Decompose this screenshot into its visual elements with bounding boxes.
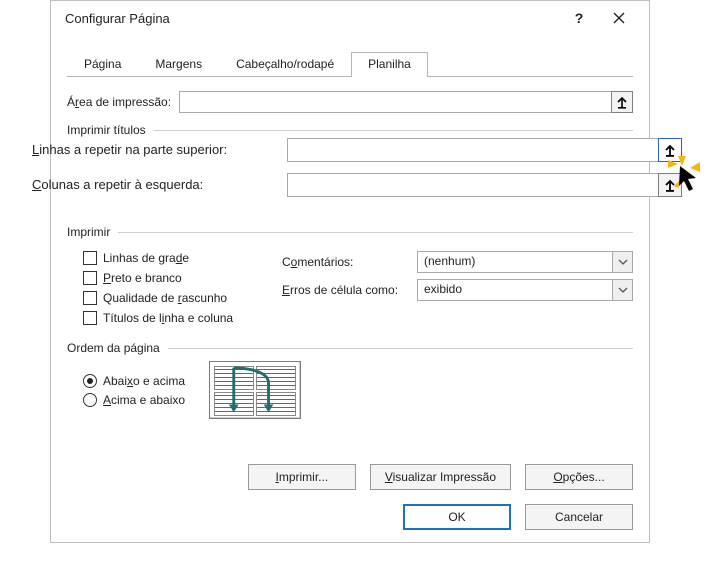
collapse-icon — [664, 178, 676, 192]
page-setup-dialog: Configurar Página ? Página Margens Cabeç… — [50, 0, 650, 543]
collapse-range-button[interactable] — [658, 173, 682, 197]
checkbox-box — [83, 271, 97, 285]
tab-label: Página — [84, 57, 121, 71]
group-rule — [154, 130, 633, 131]
collapse-icon — [664, 143, 676, 157]
checkbox-label: Preto e branco — [103, 271, 182, 285]
button-label: Imprimir... — [275, 470, 328, 484]
cell-errors-label: Erros de célula como: — [282, 283, 417, 297]
chevron-down-icon — [613, 251, 633, 273]
group-title: Ordem da página — [67, 341, 160, 355]
comments-label: Comentários: — [282, 255, 417, 269]
button-label: Opções... — [553, 470, 604, 484]
radio-dot — [83, 374, 97, 388]
collapse-range-button[interactable] — [611, 91, 633, 113]
collapse-icon — [616, 95, 628, 109]
group-print: Imprimir — [67, 225, 633, 239]
checkbox-box — [83, 311, 97, 325]
page-order-arrow-icon — [210, 362, 300, 418]
button-label: OK — [448, 510, 465, 524]
cols-to-repeat-label: Colunas a repetir à esquerda: — [32, 177, 203, 192]
checkbox-label: Títulos de linha e coluna — [103, 311, 233, 325]
rows-to-repeat-label: Linhas a repetir na parte superior: — [32, 142, 227, 157]
print-preview-button[interactable]: Visualizar Impressão — [370, 464, 511, 490]
tab-bar: Página Margens Cabeçalho/rodapé Planilha — [67, 51, 633, 77]
checkbox-box — [83, 291, 97, 305]
cols-to-repeat-input[interactable] — [287, 173, 659, 197]
group-page-order: Ordem da página — [67, 341, 633, 355]
button-label: Cancelar — [555, 510, 603, 524]
radio-label: Abaixo e acima — [103, 374, 185, 388]
print-area-label: Área de impressão: — [67, 95, 171, 109]
tab-label: Planilha — [368, 57, 411, 71]
cols-to-repeat-row: Colunas a repetir à esquerda: — [32, 177, 682, 192]
ok-button[interactable]: OK — [403, 504, 511, 530]
print-button[interactable]: Imprimir... — [248, 464, 356, 490]
checkbox-label: Qualidade de rascunho — [103, 291, 227, 305]
checkbox-box — [83, 251, 97, 265]
radio-dot — [83, 393, 97, 407]
checkbox-row-col-headings[interactable]: Títulos de linha e coluna — [83, 311, 258, 325]
tab-margens[interactable]: Margens — [138, 52, 219, 76]
close-button[interactable] — [599, 4, 639, 32]
page-order-preview — [209, 361, 301, 419]
select-value: (nenhum) — [417, 251, 613, 273]
help-icon: ? — [575, 10, 584, 26]
tab-content-planilha: Área de impressão: Imprimir títulos Impr… — [51, 77, 649, 419]
tab-pagina[interactable]: Página — [67, 52, 138, 76]
dialog-title: Configurar Página — [65, 11, 559, 26]
rows-to-repeat-row: Linhas a repetir na parte superior: — [32, 142, 682, 157]
cancel-button[interactable]: Cancelar — [525, 504, 633, 530]
select-value: exibido — [417, 279, 613, 301]
button-label: Visualizar Impressão — [385, 470, 496, 484]
tab-cabecalho-rodape[interactable]: Cabeçalho/rodapé — [219, 52, 351, 76]
print-area-input[interactable] — [179, 91, 612, 113]
group-rule — [168, 348, 633, 349]
tab-label: Cabeçalho/rodapé — [236, 57, 334, 71]
rows-to-repeat-input[interactable] — [287, 138, 659, 162]
checkbox-label: Linhas de grade — [103, 251, 189, 265]
tab-planilha[interactable]: Planilha — [351, 52, 428, 77]
comments-select[interactable]: (nenhum) — [417, 251, 633, 273]
tab-label: Margens — [155, 57, 202, 71]
group-rule — [118, 232, 633, 233]
radio-label: Acima e abaixo — [103, 393, 185, 407]
close-icon — [613, 12, 625, 24]
print-area-row: Área de impressão: — [67, 91, 633, 113]
checkbox-black-white[interactable]: Preto e branco — [83, 271, 258, 285]
cell-errors-select[interactable]: exibido — [417, 279, 633, 301]
group-title: Imprimir — [67, 225, 110, 239]
checkbox-draft-quality[interactable]: Qualidade de rascunho — [83, 291, 258, 305]
action-buttons: Imprimir... Visualizar Impressão Opções.… — [248, 464, 633, 490]
chevron-down-icon — [613, 279, 633, 301]
help-button[interactable]: ? — [559, 4, 599, 32]
group-print-titles: Imprimir títulos — [67, 123, 633, 137]
checkbox-gridlines[interactable]: Linhas de grade — [83, 251, 258, 265]
dialog-commit-buttons: OK Cancelar — [403, 504, 633, 530]
titlebar: Configurar Página ? — [51, 1, 649, 35]
options-button[interactable]: Opções... — [525, 464, 633, 490]
collapse-range-button[interactable] — [658, 138, 682, 162]
radio-down-then-over[interactable]: Abaixo e acima — [83, 374, 185, 388]
group-title: Imprimir títulos — [67, 123, 146, 137]
radio-over-then-down[interactable]: Acima e abaixo — [83, 393, 185, 407]
